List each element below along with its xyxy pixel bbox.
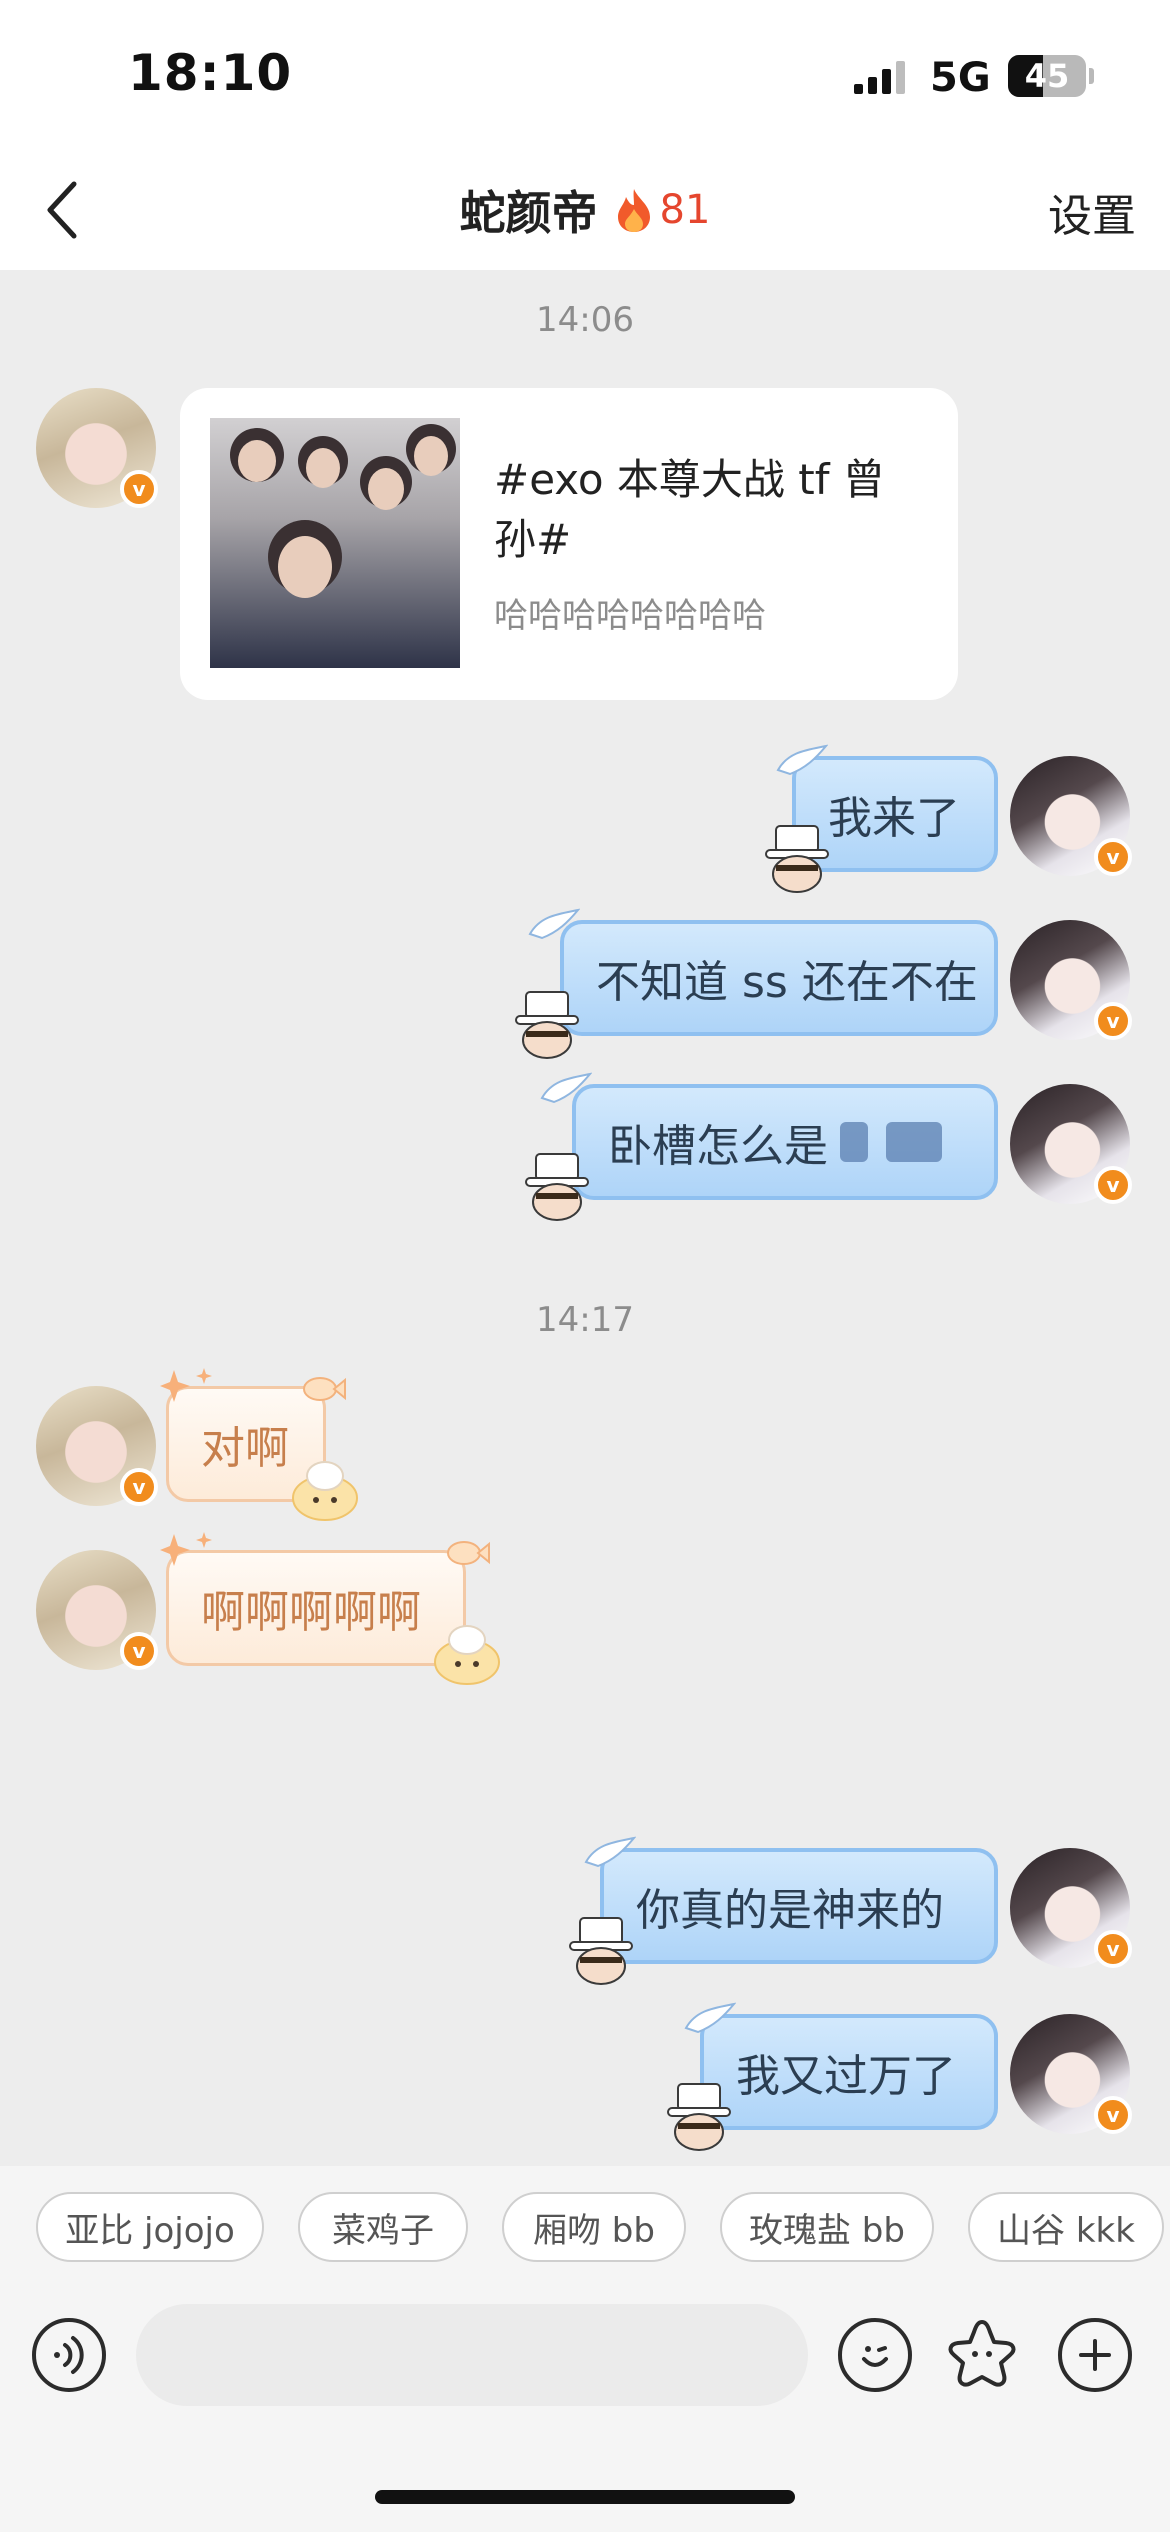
voice-icon [54, 2336, 84, 2374]
verified-badge-icon: v [1094, 1166, 1132, 1204]
message-bubble-sent[interactable]: 卧槽怎么是 [572, 1084, 998, 1200]
flame-icon [617, 189, 650, 232]
settings-button[interactable]: 设置 [1048, 180, 1136, 244]
message-input[interactable] [136, 2304, 808, 2406]
avatar-contact[interactable]: v [36, 1550, 158, 1670]
avatar-self[interactable]: v [1010, 920, 1132, 1040]
quick-reply-chip[interactable]: 厢吻 bb [502, 2192, 686, 2262]
hat-mascot-icon [515, 991, 579, 1059]
bird-icon [528, 908, 580, 940]
avatar-self[interactable]: v [1010, 1848, 1132, 1968]
message-bubble-sent[interactable]: 我又过万了 [700, 2014, 998, 2130]
quick-reply-chip[interactable]: 菜鸡子 [298, 2192, 468, 2262]
avatar-self[interactable]: v [1010, 1084, 1132, 1204]
bun-mascot-icon [434, 1625, 500, 1685]
plus-icon [1079, 2339, 1111, 2371]
input-bar [0, 2276, 1170, 2532]
sticker-button[interactable] [942, 2314, 1022, 2394]
signal-icon [854, 61, 905, 94]
status-time: 18:10 [128, 44, 293, 102]
blurred-content [840, 1122, 868, 1162]
blurred-content [886, 1122, 942, 1162]
verified-badge-icon: v [120, 1632, 158, 1670]
status-bar: 18:10 5G 45 [0, 0, 1170, 150]
avatar-contact[interactable]: v [36, 1386, 158, 1506]
avatar-self[interactable]: v [1010, 756, 1132, 876]
verified-badge-icon: v [120, 470, 158, 508]
hat-mascot-icon [525, 1153, 589, 1221]
fish-icon [447, 1541, 490, 1565]
verified-badge-icon: v [120, 1468, 158, 1506]
sticker-star-icon [948, 2320, 1016, 2387]
nav-bar: 蛇颜帝 81 设置 [0, 150, 1170, 270]
sparkle-icon [160, 1532, 212, 1566]
bird-icon [684, 2002, 736, 2034]
bun-mascot-icon [292, 1461, 358, 1521]
quick-reply-chip[interactable]: 山谷 kkk [968, 2192, 1164, 2262]
verified-badge-icon: v [1094, 1002, 1132, 1040]
nav-title-group: 蛇颜帝 81 [0, 150, 1170, 270]
bird-icon [540, 1072, 592, 1104]
verified-badge-icon: v [1094, 1930, 1132, 1968]
hat-mascot-icon [765, 825, 829, 893]
quick-reply-chip[interactable]: 玫瑰盐 bb [720, 2192, 934, 2262]
topic-thumbnail [210, 418, 460, 668]
avatar-self[interactable]: v [1010, 2014, 1132, 2134]
bird-icon [776, 744, 828, 776]
message-bubble-sent[interactable]: 不知道 ss 还在不在 [560, 920, 998, 1036]
avatar-contact[interactable]: v [36, 388, 158, 508]
more-button[interactable] [1058, 2318, 1132, 2392]
hat-mascot-icon [569, 1917, 633, 1985]
message-bubble-sent[interactable]: 你真的是神来的 [600, 1848, 998, 1964]
network-label: 5G [930, 55, 991, 101]
battery-tip [1089, 68, 1094, 84]
verified-badge-icon: v [1094, 2096, 1132, 2134]
voice-button[interactable] [32, 2318, 106, 2392]
battery-level: 45 [1024, 57, 1070, 95]
bird-icon [584, 1836, 636, 1868]
chat-area[interactable]: 14:06 v #exo 本尊大战 tf 曾孙# 哈哈哈哈哈哈哈哈 我来了 v … [0, 270, 1170, 2166]
emoji-icon [862, 2346, 888, 2367]
home-indicator [375, 2490, 795, 2504]
shared-topic-card[interactable]: #exo 本尊大战 tf 曾孙# 哈哈哈哈哈哈哈哈 [180, 388, 958, 700]
time-separator: 14:06 [536, 300, 634, 340]
topic-title: #exo 本尊大战 tf 曾孙# [494, 455, 885, 564]
chat-title: 蛇颜帝 [459, 186, 598, 240]
sparkle-icon [160, 1368, 212, 1402]
topic-subtitle: 哈哈哈哈哈哈哈哈 [494, 596, 766, 636]
verified-badge-icon: v [1094, 838, 1132, 876]
time-separator: 14:17 [536, 1300, 634, 1340]
back-button[interactable] [22, 170, 102, 250]
hat-mascot-icon [667, 2083, 731, 2151]
quick-reply-chip[interactable]: 亚比 jojojo [36, 2192, 264, 2262]
quick-reply-bar[interactable]: 亚比 jojojo 菜鸡子 厢吻 bb 玫瑰盐 bb 山谷 kkk [0, 2166, 1170, 2276]
emoji-button[interactable] [838, 2318, 912, 2392]
fish-icon [303, 1377, 346, 1401]
message-text: 卧槽怎么是 [608, 1121, 828, 1172]
streak-count: 81 [659, 187, 711, 233]
battery-icon: 45 [1008, 55, 1086, 97]
chevron-left-icon [47, 181, 77, 239]
